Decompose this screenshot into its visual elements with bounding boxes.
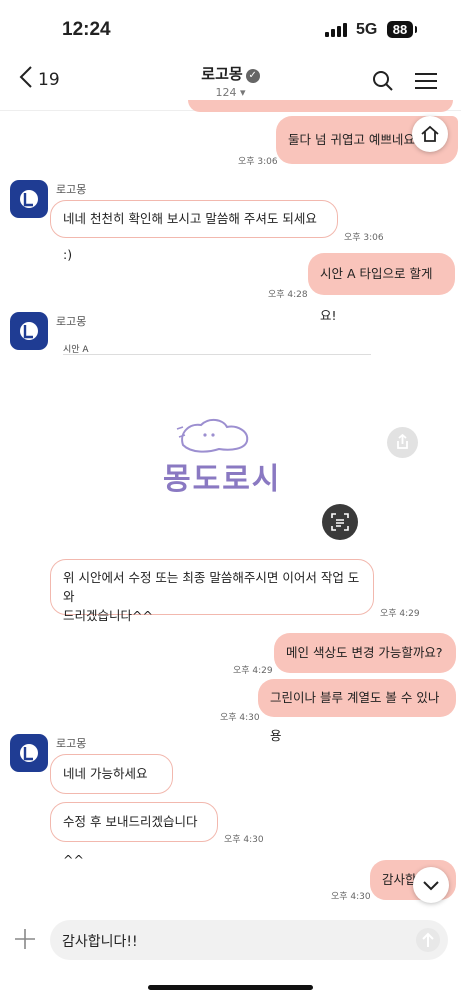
message-composer: 감사합니다!! [0,910,461,970]
incoming-message[interactable]: 위 시안에서 수정 또는 최종 말씀해주시면 이어서 작업 도와 드리겠습니다^… [50,559,374,623]
sender-name: 로고몽 [56,315,87,328]
message-text: 네네 천천히 확인해 보시고 말씀해 주셔도 되세요 :) [63,211,317,262]
message-text: 둘다 넘 귀엽고 예쁘네요 [288,132,415,147]
avatar[interactable] [10,312,48,350]
home-button[interactable] [412,116,448,152]
plus-icon[interactable] [14,928,36,954]
battery-icon: 88 [387,21,417,38]
message-input-value: 감사합니다!! [62,934,138,950]
message-text-line2: 드리겠습니다^^ [63,608,153,623]
incoming-message[interactable]: 수정 후 보내드리겠습니다 ^^ [50,802,218,867]
message-time: 오후 4:30 [224,835,264,845]
incoming-message[interactable]: 네네 천천히 확인해 보시고 말씀해 주셔도 되세요 :) [50,200,338,262]
share-button[interactable] [387,427,418,458]
message-time: 오후 4:30 [331,892,371,902]
message-text: 시안 A 타입으로 할게요! [320,266,433,323]
mascot-illustration [176,419,249,453]
verified-icon: ✓ [245,69,260,83]
outgoing-message[interactable]: 메인 색상도 변경 가능할까요? [274,633,456,673]
incoming-message[interactable]: 네네 가능하세요 :) [50,754,173,819]
message-text-line1: 위 시안에서 수정 또는 최종 말씀해주시면 이어서 작업 도와 [63,570,360,604]
divider [63,354,371,355]
message-time: 오후 4:30 [220,713,260,723]
message-input[interactable]: 감사합니다!! [50,920,448,960]
message-time: 오후 3:06 [238,157,278,167]
menu-icon[interactable] [415,72,437,94]
avatar[interactable] [10,734,48,772]
signal-icon [325,22,349,41]
avatar[interactable] [10,180,48,218]
status-time: 12:24 [62,19,111,40]
chat-title-text: 로고몽 [201,65,243,83]
text-scan-button[interactable] [322,504,358,540]
send-button[interactable] [416,928,440,952]
sender-name: 로고몽 [56,737,87,750]
message-text: 메인 색상도 변경 가능할까요? [286,645,443,660]
message-text: 그린이나 블루 계열도 볼 수 있나용 [270,690,440,743]
status-bar: 12:24 5G 88 [0,0,461,56]
outgoing-message[interactable]: 시안 A 타입으로 할게요! [308,253,455,323]
message-time: 오후 3:06 [344,233,384,243]
message-text: 감사합 [382,872,417,887]
sender-name: 로고몽 [56,183,87,196]
message-time: 오후 4:28 [268,290,308,300]
logo-wordmark: 몽도로시 [163,462,282,497]
search-icon[interactable] [372,70,394,96]
message-time: 오후 4:29 [380,609,420,619]
outgoing-message[interactable]: 그린이나 블루 계열도 볼 수 있나용 [258,679,456,743]
message-text: 수정 후 보내드리겠습니다 ^^ [63,814,198,867]
message-time: 오후 4:29 [233,666,273,676]
home-indicator [148,985,313,990]
partial-message-bubble [188,100,453,112]
scroll-down-button[interactable] [413,867,449,903]
network-type: 5G [356,21,378,38]
